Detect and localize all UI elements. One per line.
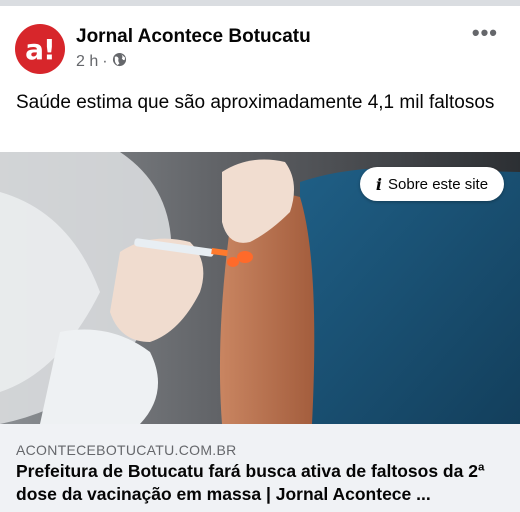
post-header: a! Jornal Acontece Botucatu 2 h · ••• — [0, 6, 520, 84]
avatar-logo-text: a! — [25, 32, 56, 66]
post-text: Saúde estima que são aproximadamente 4,1… — [16, 92, 495, 113]
link-card[interactable]: ACONTECEBOTUCATU.COM.BR Prefeitura de Bo… — [0, 424, 520, 512]
globe-icon — [112, 52, 127, 72]
meta-separator: · — [102, 53, 108, 70]
about-site-button[interactable]: i Sobre este site — [360, 167, 504, 201]
avatar[interactable]: a! — [15, 24, 65, 74]
about-site-label: Sobre este site — [388, 175, 489, 193]
more-options-icon[interactable]: ••• — [472, 20, 498, 46]
post-time[interactable]: 2 h — [76, 53, 98, 71]
info-icon: i — [375, 174, 382, 194]
page-name-link[interactable]: Jornal Acontece Botucatu — [76, 26, 311, 48]
post-meta: 2 h · — [76, 52, 127, 72]
link-title[interactable]: Prefeitura de Botucatu fará busca ativa … — [16, 460, 510, 506]
link-preview-image[interactable]: i Sobre este site — [0, 152, 520, 424]
link-domain: ACONTECEBOTUCATU.COM.BR — [16, 442, 237, 458]
